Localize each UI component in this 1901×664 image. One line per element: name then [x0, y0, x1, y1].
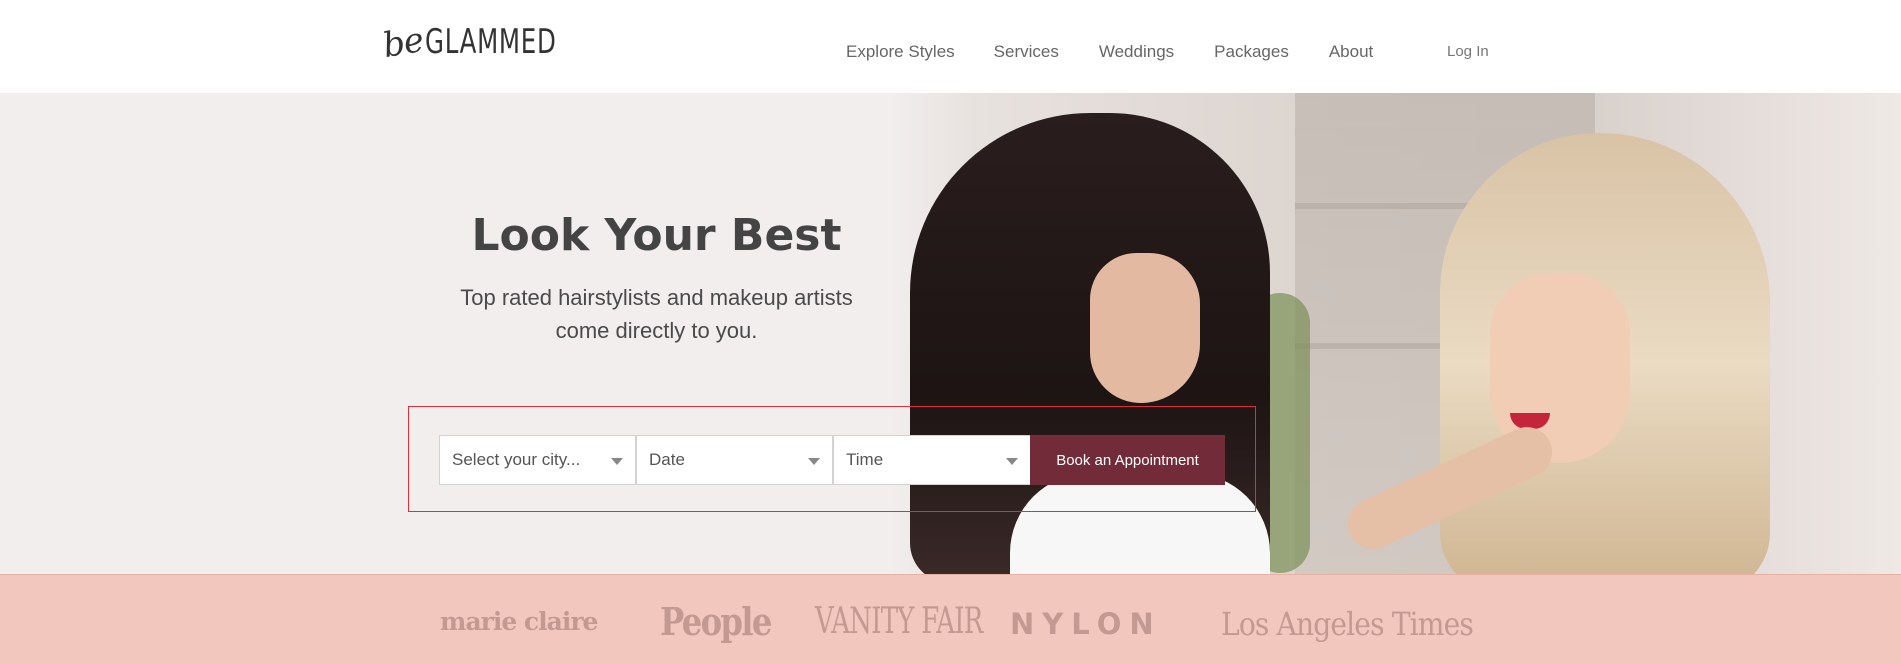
- site-header: be GLAMMED Explore Styles Services Weddi…: [0, 0, 1901, 93]
- nav-explore-styles[interactable]: Explore Styles: [846, 42, 955, 62]
- brand-logo[interactable]: be GLAMMED: [379, 19, 608, 67]
- city-select[interactable]: Select your city...: [439, 435, 636, 485]
- press-bar: marie claire People VANITY FAIR NYLON Lo…: [0, 574, 1901, 664]
- hero-section: Look Your Best Top rated hairstylists an…: [0, 93, 1901, 574]
- hero-subtitle: Top rated hairstylists and makeup artist…: [0, 281, 1313, 347]
- press-logo-marie-claire: marie claire: [440, 607, 598, 636]
- main-nav: Explore Styles Services Weddings Package…: [846, 42, 1413, 62]
- date-select-value: Date: [649, 450, 685, 469]
- nav-packages[interactable]: Packages: [1214, 42, 1289, 62]
- time-select[interactable]: Time: [833, 435, 1031, 485]
- press-logo-la-times: Los Angeles Times: [1221, 605, 1474, 643]
- booking-form: Select your city... Date Time Book an Ap…: [408, 406, 1256, 512]
- hero-subtitle-line: Top rated hairstylists and makeup artist…: [460, 285, 853, 310]
- press-logo-nylon: NYLON: [1010, 607, 1162, 641]
- brand-logo-name: GLAMMED: [424, 22, 557, 62]
- chevron-down-icon: [611, 458, 623, 465]
- nav-services[interactable]: Services: [994, 42, 1059, 62]
- chevron-down-icon: [808, 458, 820, 465]
- nav-weddings[interactable]: Weddings: [1099, 42, 1174, 62]
- chevron-down-icon: [1006, 458, 1018, 465]
- brand-logo-prefix: be: [379, 19, 427, 67]
- time-select-value: Time: [846, 450, 884, 469]
- book-appointment-button[interactable]: Book an Appointment: [1030, 435, 1225, 485]
- hero-subtitle-line: come directly to you.: [555, 318, 758, 343]
- nav-about[interactable]: About: [1329, 42, 1373, 62]
- date-select[interactable]: Date: [636, 435, 833, 485]
- hero-title: Look Your Best: [471, 210, 842, 261]
- press-logo-people: People: [660, 599, 772, 644]
- press-logo-vanity-fair: VANITY FAIR: [815, 601, 983, 642]
- city-select-value: Select your city...: [452, 450, 581, 469]
- login-link[interactable]: Log In: [1447, 43, 1489, 60]
